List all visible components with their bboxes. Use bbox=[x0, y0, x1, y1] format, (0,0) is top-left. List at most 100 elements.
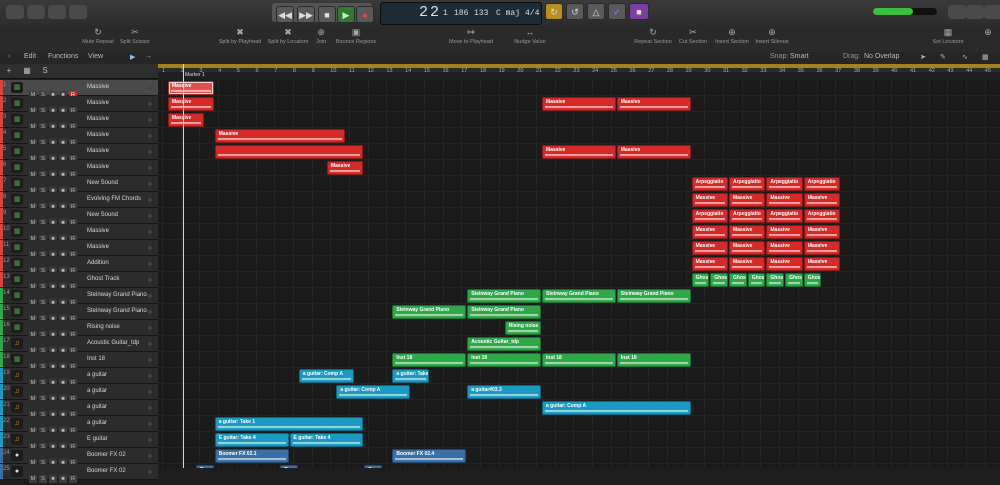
functions-menu[interactable]: Functions bbox=[48, 53, 78, 60]
track-name[interactable]: Massive bbox=[87, 84, 109, 90]
region[interactable]: Massive bbox=[766, 225, 803, 239]
track-name[interactable]: Boomer FX 02 bbox=[87, 452, 126, 458]
region[interactable]: Arpeggiatio bbox=[691, 209, 728, 223]
region[interactable]: Massive bbox=[168, 113, 205, 127]
inspector-icon[interactable] bbox=[27, 5, 45, 19]
track-lane[interactable] bbox=[158, 320, 1000, 336]
region[interactable]: Massive bbox=[691, 257, 728, 271]
region[interactable]: Massive bbox=[803, 225, 841, 239]
region[interactable]: Steinway Grand Piano bbox=[467, 289, 541, 303]
track-header[interactable]: 5 ▩ M S ■ ■ R Massive bbox=[0, 144, 158, 163]
playhead[interactable] bbox=[183, 64, 184, 468]
region[interactable]: Arpeggiatio bbox=[691, 177, 728, 191]
region[interactable]: Massive bbox=[168, 97, 214, 111]
region[interactable]: Rising noise bbox=[504, 321, 541, 335]
drag-select[interactable]: No Overlap bbox=[864, 53, 899, 60]
record-enable-button[interactable]: R bbox=[69, 475, 77, 483]
region[interactable]: Arpeggiatio bbox=[729, 177, 766, 191]
region[interactable]: Massive bbox=[326, 161, 364, 175]
region[interactable]: Massive bbox=[766, 241, 803, 255]
track-name[interactable]: Acoustic Guitar_tdp bbox=[87, 340, 139, 346]
region[interactable]: E guitar: Take 4 bbox=[289, 433, 364, 447]
region[interactable]: Massive bbox=[729, 225, 766, 239]
track-lane[interactable] bbox=[158, 240, 1000, 256]
region[interactable]: Boomer FX 02.1 bbox=[214, 449, 289, 463]
catch-icon[interactable]: ▶ bbox=[130, 53, 135, 61]
track-header[interactable]: 22 ♫ M S ■ ■ R a guitar bbox=[0, 416, 158, 435]
region[interactable]: Inst 18 bbox=[542, 353, 616, 367]
region[interactable]: Arpeggiatio bbox=[766, 177, 803, 191]
track-header[interactable]: 21 ♫ M S ■ ■ R a guitar bbox=[0, 400, 158, 419]
track-name[interactable]: a guitar bbox=[87, 388, 107, 394]
region[interactable]: Massive bbox=[168, 81, 214, 95]
move-to-playhead-tool[interactable]: ↦ Move to Playhead bbox=[447, 28, 495, 46]
browser-icon[interactable] bbox=[984, 5, 1000, 19]
region[interactable]: Ghost bbox=[747, 273, 766, 287]
region[interactable]: Inst 18 bbox=[616, 353, 691, 367]
track-lane[interactable] bbox=[158, 336, 1000, 352]
track-name[interactable]: a guitar bbox=[87, 372, 107, 378]
region[interactable]: Ghost bbox=[729, 273, 747, 287]
region[interactable] bbox=[214, 145, 364, 159]
join-tool[interactable]: ⊕ Join bbox=[311, 28, 331, 46]
marker-label[interactable]: Marker 1 bbox=[185, 72, 205, 78]
track-header[interactable]: 25 ● M S ■ ■ R Boomer FX 02 bbox=[0, 464, 158, 483]
region[interactable]: a guitar: Comp A bbox=[336, 385, 411, 399]
track-lane[interactable] bbox=[158, 192, 1000, 208]
region[interactable]: Ghost bbox=[691, 273, 710, 287]
track-lane[interactable] bbox=[158, 272, 1000, 288]
track-name[interactable]: Massive bbox=[87, 228, 109, 234]
region[interactable]: Massive bbox=[729, 257, 766, 271]
region[interactable]: Steinway Grand Piano bbox=[616, 289, 691, 303]
region[interactable]: Massive bbox=[729, 241, 766, 255]
split-scissor-tool[interactable]: ✂ Split Scissor bbox=[115, 28, 155, 46]
repeat-section-tool[interactable]: ↻ Repeat Section bbox=[633, 28, 673, 46]
region[interactable]: Inst 18 bbox=[392, 353, 467, 367]
link-icon[interactable]: → bbox=[145, 53, 152, 60]
track-header[interactable]: 8 ▩ M S ■ ■ R Evolving FM Chords bbox=[0, 192, 158, 211]
track-name[interactable]: Addition bbox=[87, 260, 109, 266]
track-header[interactable]: 9 ▩ M S ■ ■ R New Sound bbox=[0, 208, 158, 227]
track-lane[interactable] bbox=[158, 160, 1000, 176]
track-name[interactable]: Steinway Grand Piano bbox=[87, 292, 147, 298]
region[interactable]: a guitar#03.3 bbox=[467, 385, 541, 399]
region[interactable]: Steinway Grand Piano bbox=[542, 289, 616, 303]
region[interactable]: a guitar: Take 1 bbox=[214, 417, 364, 431]
region[interactable]: Massive bbox=[214, 129, 345, 143]
track-name[interactable]: Massive bbox=[87, 132, 109, 138]
track-header[interactable]: 11 ▩ M S ■ ■ R Massive bbox=[0, 240, 158, 259]
region[interactable]: Massive bbox=[766, 257, 803, 271]
track-header[interactable]: 20 ♫ M S ■ ■ R a guitar bbox=[0, 384, 158, 403]
freeze-button[interactable]: ■ bbox=[59, 475, 67, 483]
track-lane[interactable] bbox=[158, 224, 1000, 240]
track-header[interactable]: 4 ▩ M S ■ ■ R Massive bbox=[0, 128, 158, 147]
track-lane[interactable] bbox=[158, 368, 1000, 384]
region[interactable]: Massive bbox=[803, 241, 841, 255]
region[interactable]: Massive bbox=[542, 145, 616, 159]
loop-browser-icon[interactable] bbox=[966, 5, 984, 19]
track-name[interactable]: Ghost Track bbox=[87, 276, 119, 282]
track-name[interactable]: Massive bbox=[87, 244, 109, 250]
solo-button[interactable]: S bbox=[39, 475, 47, 483]
track-lane[interactable] bbox=[158, 80, 1000, 96]
track-name[interactable]: Massive bbox=[87, 100, 109, 106]
zoom-icon[interactable]: ▦ bbox=[982, 53, 989, 61]
region[interactable]: Massive bbox=[691, 193, 728, 207]
region[interactable]: Arpeggiatio bbox=[766, 209, 803, 223]
fast-forward-icon[interactable]: ▶▶ bbox=[297, 6, 315, 23]
cut-section-tool[interactable]: ✂ Cut Section bbox=[676, 28, 710, 46]
bounce-regions-tool[interactable]: ▣ Bounce Regions bbox=[334, 28, 378, 46]
region[interactable]: Arpeggiatio bbox=[803, 209, 841, 223]
cycle-icon[interactable]: ↻ bbox=[545, 3, 563, 20]
track-name[interactable]: a guitar bbox=[87, 420, 107, 426]
track-lane[interactable] bbox=[158, 176, 1000, 192]
record-icon[interactable]: ● bbox=[356, 6, 374, 23]
add-track-icon[interactable]: + bbox=[4, 66, 14, 75]
snap-select[interactable]: Smart bbox=[790, 53, 809, 60]
track-lane[interactable] bbox=[158, 304, 1000, 320]
lcd-display[interactable]: 2 2 1 186 133 C maj 4/4 bbox=[380, 2, 542, 25]
region[interactable]: Arpeggiatio bbox=[803, 177, 841, 191]
smart-controls-icon[interactable] bbox=[69, 5, 87, 19]
metronome-icon[interactable]: △ bbox=[587, 3, 605, 20]
mute-button[interactable]: M bbox=[29, 475, 37, 483]
